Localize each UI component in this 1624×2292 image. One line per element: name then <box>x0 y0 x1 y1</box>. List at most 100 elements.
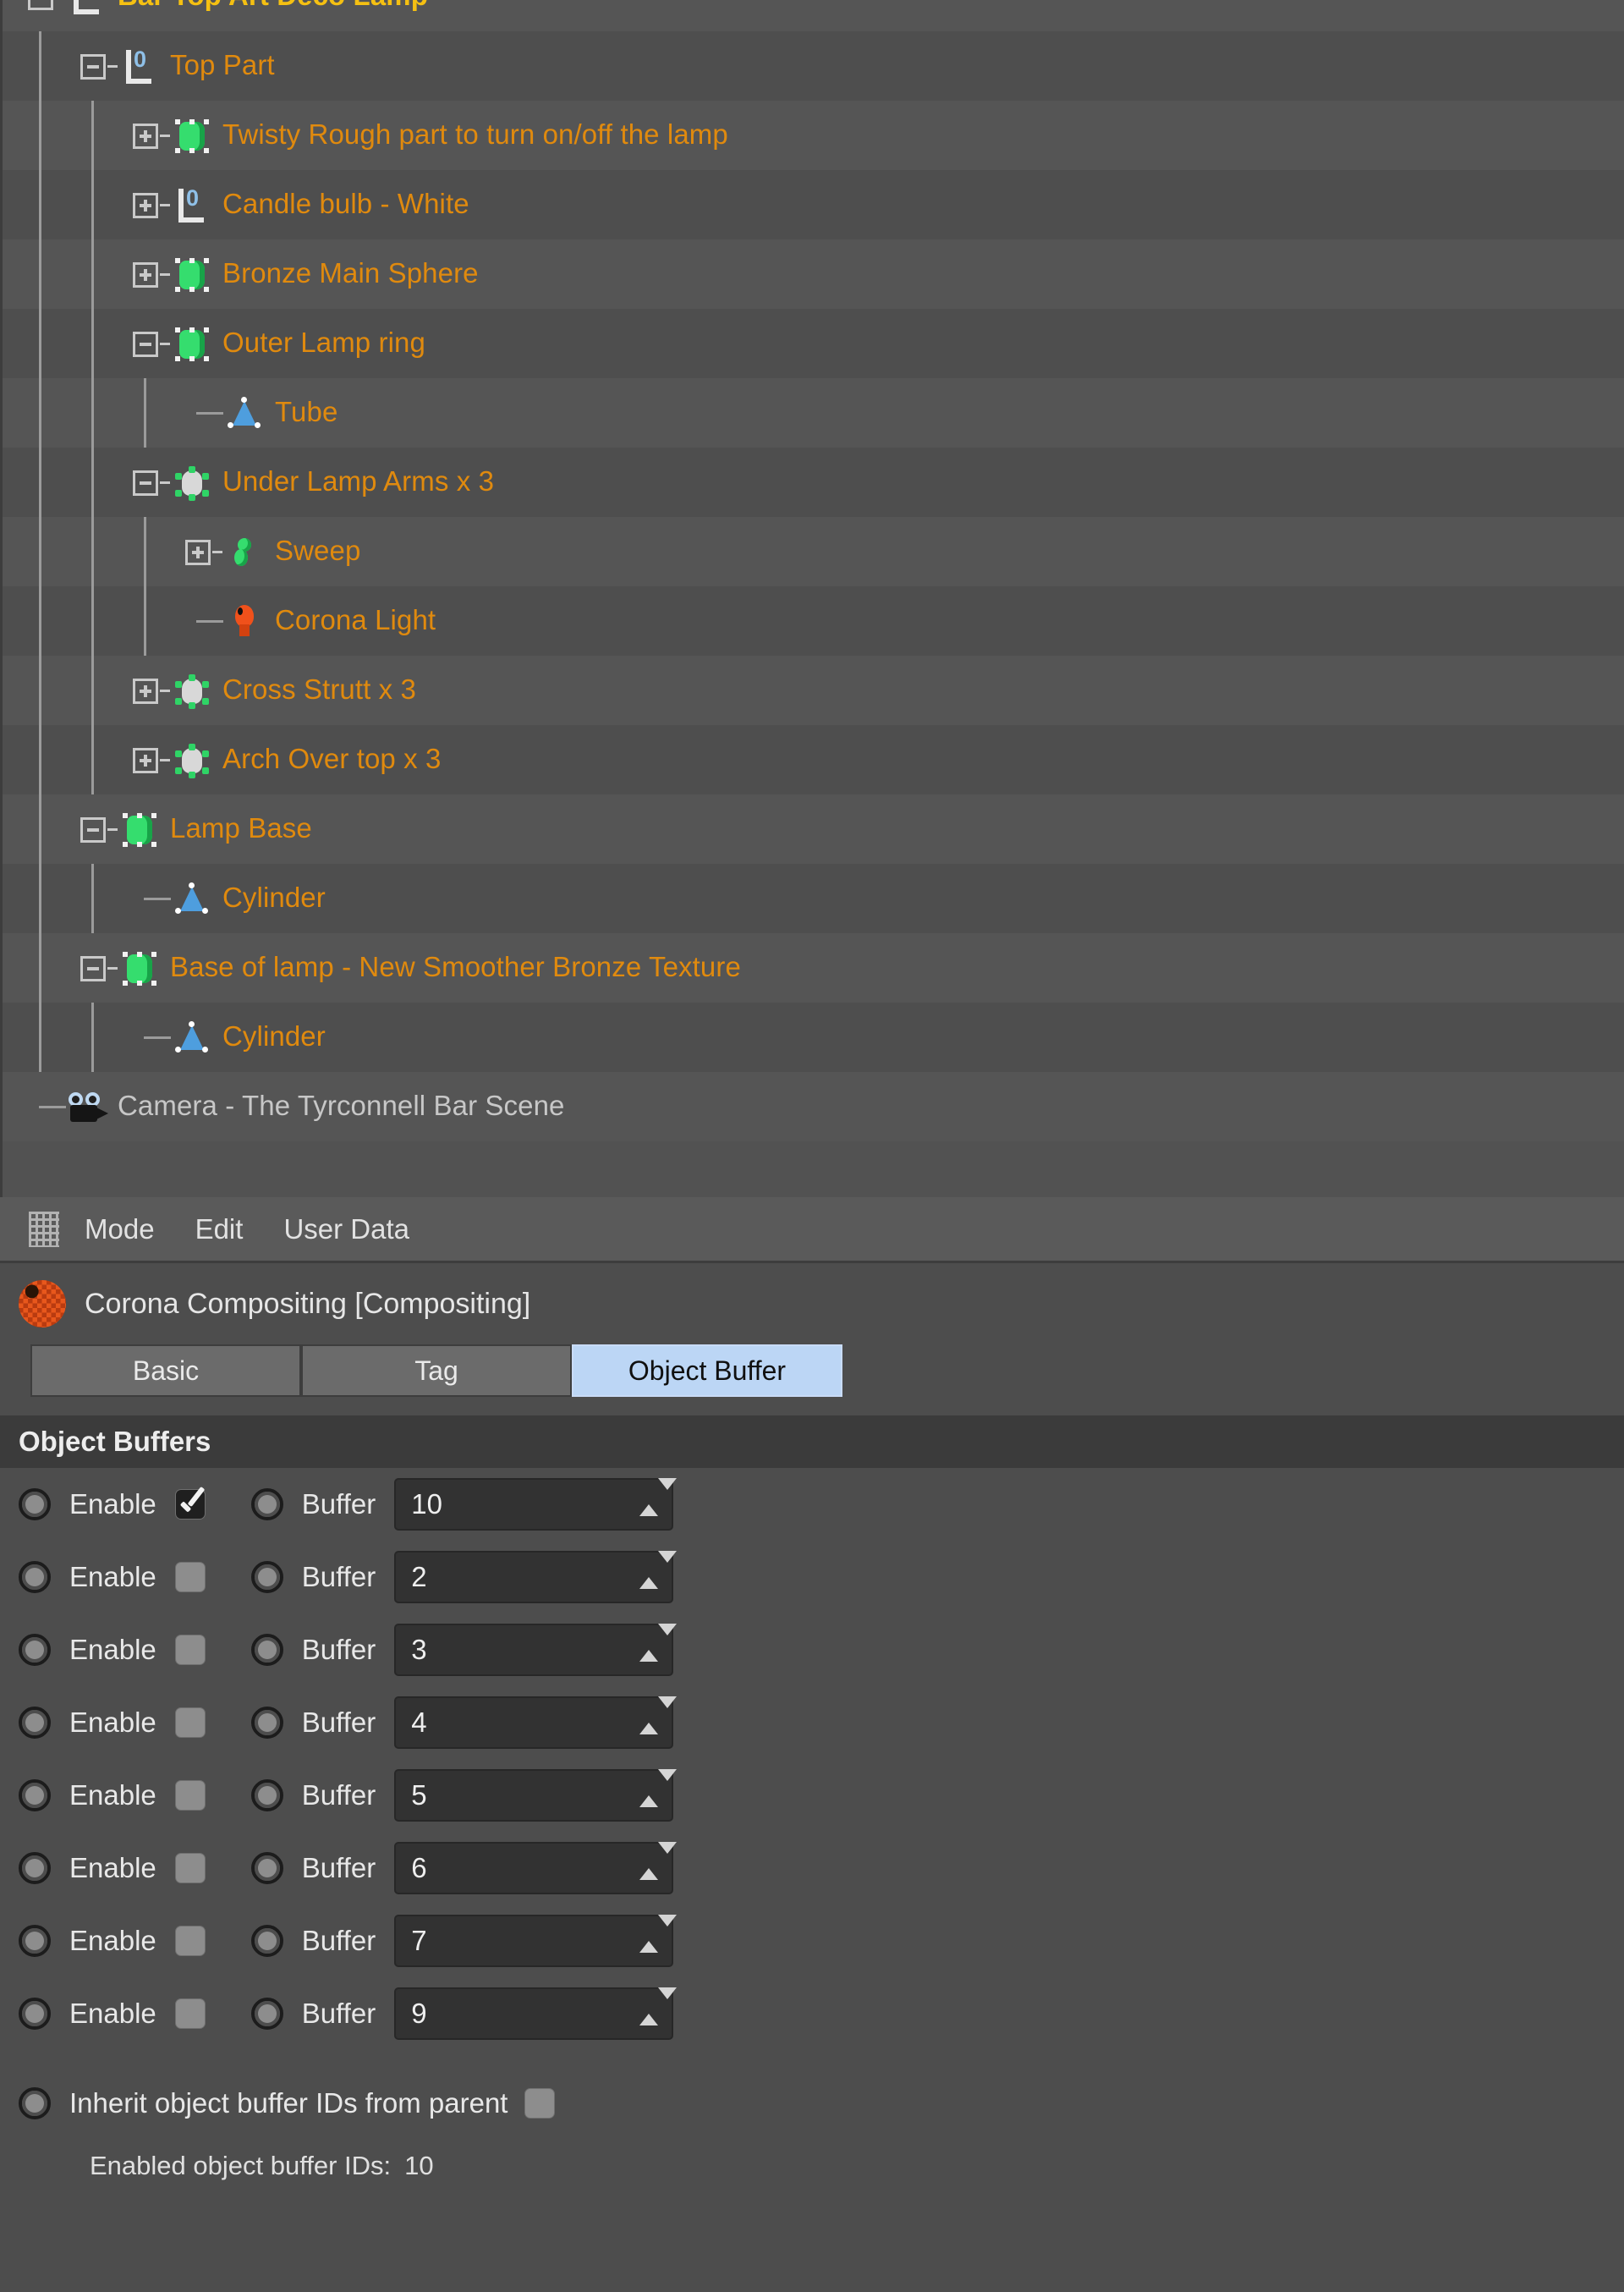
enable-radio[interactable] <box>19 1925 51 1957</box>
object-row-label[interactable]: Sweep <box>275 535 360 567</box>
object-row-label[interactable]: Tube <box>275 396 337 428</box>
enable-checkbox[interactable] <box>174 1998 206 2029</box>
buffer-number-field[interactable]: 3 <box>394 1624 678 1676</box>
buffer-number-field[interactable]: 4 <box>394 1696 678 1749</box>
object-tree-row[interactable]: Sweep <box>3 517 1624 586</box>
enable-checkbox[interactable] <box>174 1853 206 1883</box>
tree-expander[interactable] <box>133 262 158 288</box>
panel-grip-icon[interactable] <box>29 1211 59 1247</box>
object-tree-row[interactable]: Twisty Rough part to turn on/off the lam… <box>3 101 1624 170</box>
buffer-stepper-icon[interactable] <box>639 1624 678 1668</box>
inherit-radio[interactable] <box>19 2087 51 2119</box>
object-tree-row[interactable]: Camera - The Tyrconnell Bar Scene <box>3 1072 1624 1141</box>
buffer-radio[interactable] <box>250 1634 283 1666</box>
enable-radio[interactable] <box>19 1779 51 1811</box>
buffer-number-field[interactable]: 10 <box>394 1478 678 1531</box>
tree-expander[interactable] <box>133 748 158 773</box>
object-tree-row[interactable]: Corona Light <box>3 586 1624 656</box>
enable-checkbox[interactable] <box>174 1707 206 1738</box>
object-tree-row[interactable]: Under Lamp Arms x 3 <box>3 448 1624 517</box>
enable-checkbox[interactable] <box>174 1489 206 1520</box>
tree-expander[interactable] <box>133 124 158 149</box>
enable-checkbox[interactable] <box>174 1926 206 1956</box>
menu-mode[interactable]: Mode <box>85 1213 155 1245</box>
object-row-label[interactable]: Camera - The Tyrconnell Bar Scene <box>118 1090 565 1122</box>
object-buffer-row[interactable]: Enable Buffer 6 <box>19 1832 1624 1905</box>
buffer-stepper-icon[interactable] <box>639 1696 678 1740</box>
object-row-label[interactable]: Corona Light <box>275 604 436 636</box>
buffer-radio[interactable] <box>250 1488 283 1520</box>
enable-radio[interactable] <box>19 1852 51 1884</box>
object-buffer-row[interactable]: Enable Buffer 2 <box>19 1541 1624 1613</box>
object-buffer-row[interactable]: Enable Buffer 7 <box>19 1905 1624 1977</box>
object-row-label[interactable]: Candle bulb - White <box>222 188 469 220</box>
tree-expander[interactable] <box>133 679 158 704</box>
object-manager[interactable]: 0 Bar Top Art Deco Lamp 0 Top Part Twisty Ro… <box>0 0 1624 1197</box>
tree-expander[interactable] <box>28 0 53 10</box>
object-tree-row[interactable]: Cross Strutt x 3 <box>3 656 1624 725</box>
object-tree-row[interactable]: Cylinder <box>3 1003 1624 1072</box>
buffer-number-field[interactable]: 9 <box>394 1987 678 2040</box>
buffer-radio[interactable] <box>250 1925 283 1957</box>
object-tree-row[interactable]: Lamp Base <box>3 794 1624 864</box>
tree-expander[interactable] <box>80 54 106 80</box>
buffer-stepper-icon[interactable] <box>639 1915 678 1959</box>
tree-expander[interactable] <box>185 540 211 565</box>
object-row-label[interactable]: Bar Top Art Deco Lamp <box>118 0 428 12</box>
object-row-label[interactable]: Cross Strutt x 3 <box>222 673 416 706</box>
buffer-stepper-icon[interactable] <box>639 1987 678 2031</box>
enable-radio[interactable] <box>19 1707 51 1739</box>
object-tree-row[interactable]: Arch Over top x 3 <box>3 725 1624 794</box>
menu-edit[interactable]: Edit <box>195 1213 244 1245</box>
object-row-label[interactable]: Bronze Main Sphere <box>222 257 479 289</box>
buffer-number-field[interactable]: 6 <box>394 1842 678 1894</box>
object-row-label[interactable]: Base of lamp - New Smoother Bronze Textu… <box>170 951 741 983</box>
tag-column[interactable] <box>1030 1072 1037 1141</box>
tab-tag[interactable]: Tag <box>301 1344 572 1397</box>
buffer-radio[interactable] <box>250 1779 283 1811</box>
object-row-label[interactable]: Cylinder <box>222 1020 326 1053</box>
object-row-label[interactable]: Lamp Base <box>170 812 312 844</box>
buffer-radio[interactable] <box>250 1852 283 1884</box>
inherit-checkbox[interactable] <box>524 2088 556 2119</box>
enable-checkbox[interactable] <box>174 1635 206 1665</box>
menu-user-data[interactable]: User Data <box>283 1213 409 1245</box>
object-buffer-row[interactable]: Enable Buffer 10 <box>19 1468 1624 1541</box>
enable-checkbox[interactable] <box>174 1780 206 1811</box>
buffer-radio[interactable] <box>250 1561 283 1593</box>
tree-expander[interactable] <box>133 470 158 496</box>
object-buffer-row[interactable]: Enable Buffer 4 <box>19 1686 1624 1759</box>
object-buffer-row[interactable]: Enable Buffer 5 <box>19 1759 1624 1832</box>
object-tree-row[interactable]: Base of lamp - New Smoother Bronze Textu… <box>3 933 1624 1003</box>
object-tree[interactable]: 0 Bar Top Art Deco Lamp 0 Top Part Twisty Ro… <box>3 0 1624 1141</box>
object-tree-row[interactable]: Tube <box>3 378 1624 448</box>
object-row-label[interactable]: Twisty Rough part to turn on/off the lam… <box>222 118 728 151</box>
object-row-label[interactable]: Arch Over top x 3 <box>222 743 441 775</box>
buffer-number-field[interactable]: 7 <box>394 1915 678 1967</box>
tree-expander[interactable] <box>133 193 158 218</box>
enable-radio[interactable] <box>19 1998 51 2030</box>
object-row-label[interactable]: Outer Lamp ring <box>222 327 425 359</box>
enable-radio[interactable] <box>19 1488 51 1520</box>
object-buffer-row[interactable]: Enable Buffer 3 <box>19 1613 1624 1686</box>
enable-radio[interactable] <box>19 1634 51 1666</box>
buffer-stepper-icon[interactable] <box>639 1842 678 1886</box>
tab-basic[interactable]: Basic <box>30 1344 301 1397</box>
buffer-number-field[interactable]: 2 <box>394 1551 678 1603</box>
tab-object-buffer[interactable]: Object Buffer <box>572 1344 842 1397</box>
tree-expander[interactable] <box>80 817 106 843</box>
object-buffers-list[interactable]: Enable Buffer 10 Enable Buffer 2 Enable Buffer 3… <box>0 1468 1624 2050</box>
buffer-number-field[interactable]: 5 <box>394 1769 678 1822</box>
buffer-stepper-icon[interactable] <box>639 1478 678 1522</box>
object-tree-row[interactable]: 0 Candle bulb - White <box>3 170 1624 239</box>
tree-expander[interactable] <box>133 332 158 357</box>
object-tree-row[interactable]: 0 Top Part <box>3 31 1624 101</box>
buffer-radio[interactable] <box>250 1707 283 1739</box>
enable-radio[interactable] <box>19 1561 51 1593</box>
inherit-row[interactable]: Inherit object buffer IDs from parent <box>0 2072 1624 2135</box>
tree-expander[interactable] <box>80 956 106 981</box>
attribute-tabs[interactable]: Basic Tag Object Buffer <box>0 1344 1624 1397</box>
object-row-label[interactable]: Under Lamp Arms x 3 <box>222 465 494 497</box>
object-row-label[interactable]: Cylinder <box>222 882 326 914</box>
buffer-radio[interactable] <box>250 1998 283 2030</box>
